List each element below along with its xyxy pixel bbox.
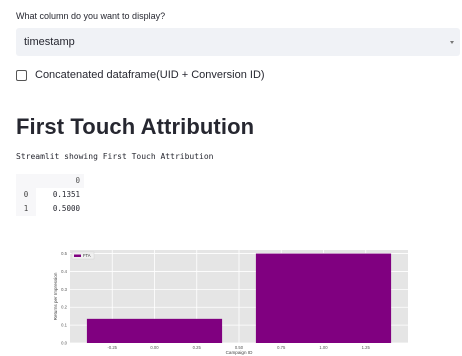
chevron-down-icon bbox=[450, 41, 454, 44]
table-row: 0 0.1351 bbox=[16, 188, 84, 202]
y-tick-label: 0.2 bbox=[61, 305, 67, 310]
dataframe-table: 0 0 0.1351 1 0.5000 bbox=[16, 174, 84, 216]
y-tick-label: 0.1 bbox=[61, 323, 67, 328]
x-axis-label: Campaign ID bbox=[226, 350, 253, 355]
x-tick-label: 1.25 bbox=[362, 345, 371, 350]
y-tick-label: 0.5 bbox=[61, 251, 67, 256]
x-tick-label: 0.00 bbox=[150, 345, 159, 350]
dataframe-index: 1 bbox=[16, 202, 36, 216]
concat-checkbox-label: Concatenated dataframe(UID + Conversion … bbox=[35, 69, 265, 81]
dataframe-index-header bbox=[16, 174, 36, 188]
dataframe-cell: 0.1351 bbox=[52, 190, 80, 199]
y-tick-label: 0.4 bbox=[61, 269, 67, 274]
dataframe-header-row: 0 bbox=[16, 174, 84, 188]
concat-checkbox-row[interactable]: Concatenated dataframe(UID + Conversion … bbox=[16, 68, 265, 82]
y-tick-label: 0.3 bbox=[61, 287, 67, 292]
x-tick-label: 1.00 bbox=[319, 345, 328, 350]
dataframe-column-header: 0 bbox=[36, 174, 84, 188]
y-tick-label: 0.0 bbox=[61, 341, 67, 346]
fta-bar-chart: 0.0 0.1 0.2 0.3 0.4 0.5 -0.25 0.00 0.25 0.50 0.75 1… bbox=[50, 244, 430, 356]
dataframe-index: 0 bbox=[16, 188, 36, 202]
page-title: First Touch Attribution bbox=[16, 114, 255, 139]
chart-svg: 0.00.10.20.30.40.5-0.25 0.00 0.25 0.50 0.75 1… bbox=[53, 250, 408, 355]
y-axis-label: Returns per Impression bbox=[53, 272, 58, 320]
concat-checkbox[interactable] bbox=[16, 69, 27, 81]
column-select-value: timestamp bbox=[24, 36, 75, 48]
x-tick-label: 0.75 bbox=[277, 345, 286, 350]
bar bbox=[255, 253, 392, 343]
legend-label: FTA bbox=[83, 253, 91, 258]
subtitle-text: Streamlit showing First Touch Attributio… bbox=[16, 152, 214, 161]
dataframe-cell: 0.5000 bbox=[52, 204, 80, 213]
x-tick-label: -0.25 bbox=[107, 345, 117, 350]
column-select[interactable]: timestamp bbox=[16, 28, 460, 56]
x-tick-label: 0.25 bbox=[193, 345, 202, 350]
legend-swatch bbox=[74, 254, 81, 257]
table-row: 1 0.5000 bbox=[16, 202, 84, 216]
bar bbox=[86, 318, 223, 343]
column-prompt-label: What column do you want to display? bbox=[16, 11, 166, 21]
